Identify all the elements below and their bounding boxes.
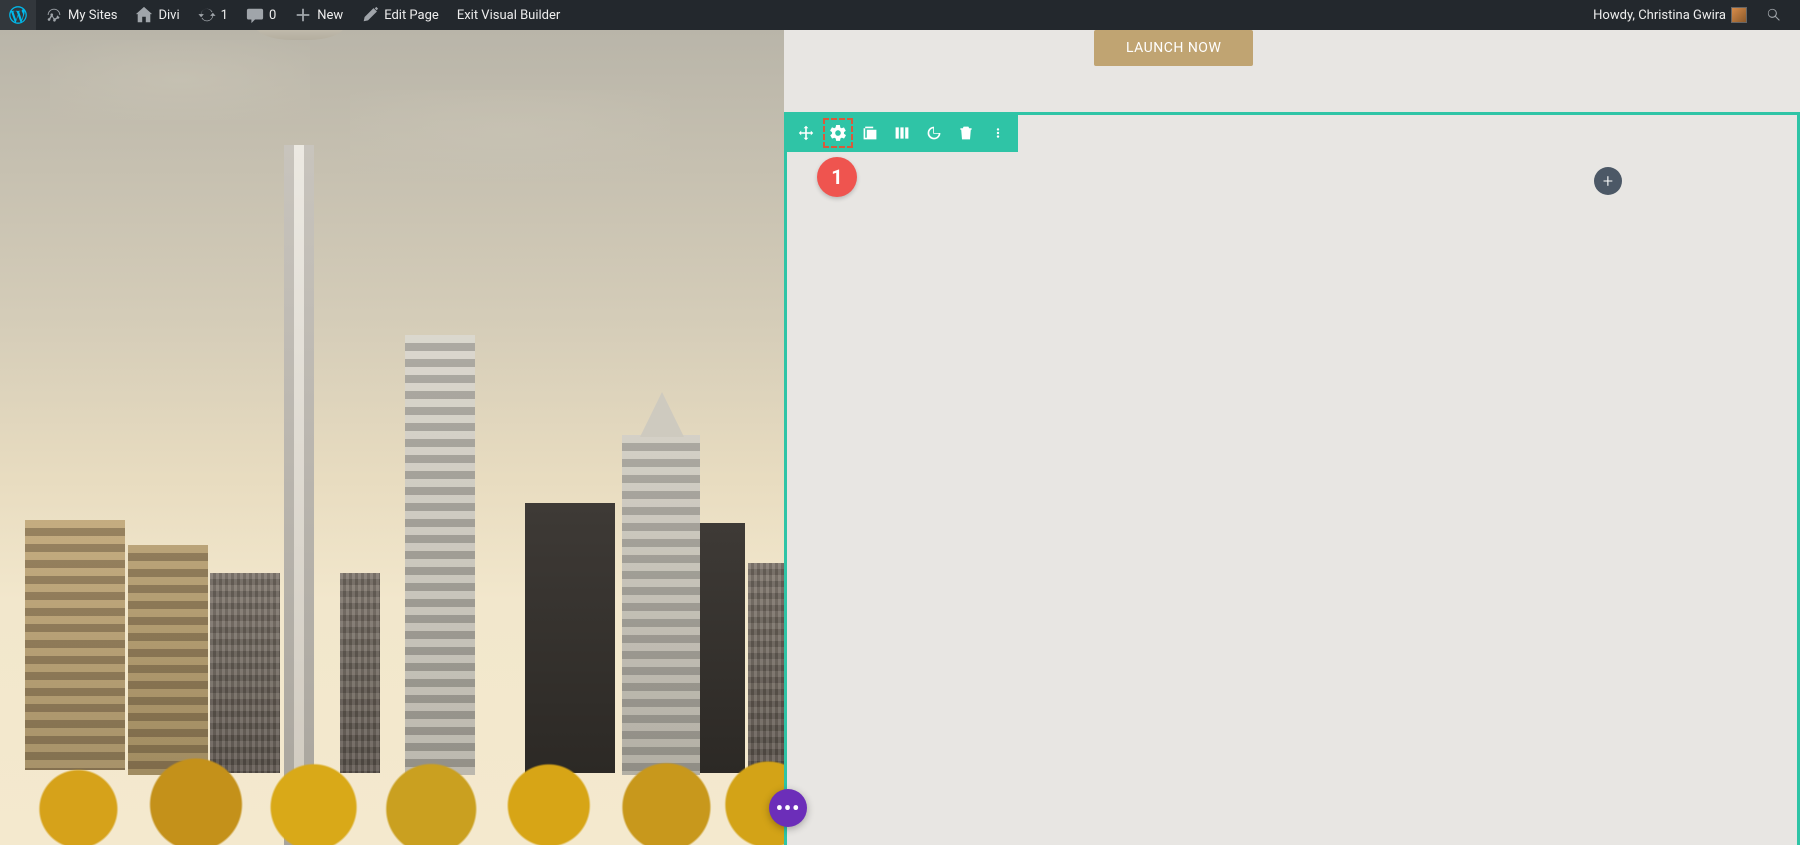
trees [0, 755, 784, 845]
updates-count: 1 [221, 8, 228, 23]
tower-shaft [294, 145, 304, 845]
building [340, 573, 380, 773]
plus-icon [294, 6, 312, 24]
comments-count: 0 [269, 8, 276, 23]
save-library-button[interactable] [924, 123, 944, 143]
move-handle[interactable] [796, 123, 816, 143]
comments-icon [246, 6, 264, 24]
user-account-menu[interactable]: Howdy, Christina Gwira [1584, 0, 1756, 30]
building [622, 435, 700, 775]
plus-glyph: + [1603, 171, 1613, 192]
delete-button[interactable] [956, 123, 976, 143]
more-options-button[interactable] [988, 123, 1008, 143]
my-sites-label: My Sites [68, 8, 117, 23]
builder-panel: LAUNCH NOW [784, 30, 1800, 845]
updates-icon [198, 6, 216, 24]
admin-bar-left: My Sites Divi 1 0 New [0, 0, 569, 30]
building [25, 520, 125, 770]
building [210, 573, 280, 773]
add-module-button[interactable]: + [1594, 167, 1622, 195]
search-toggle[interactable] [1756, 0, 1792, 30]
pencil-icon [361, 6, 379, 24]
building [405, 335, 475, 775]
building [525, 503, 615, 773]
launch-now-button[interactable]: LAUNCH NOW [1094, 30, 1253, 66]
wordpress-icon [9, 6, 27, 24]
greeting-label: Howdy, Christina Gwira [1593, 8, 1726, 23]
building-spire [640, 392, 684, 437]
new-label: New [317, 8, 343, 23]
section-toolbar [786, 114, 1018, 152]
updates-menu[interactable]: 1 [189, 0, 237, 30]
settings-button[interactable] [828, 123, 848, 143]
annotation-step-marker: 1 [817, 157, 857, 197]
edit-page-label: Edit Page [384, 8, 439, 23]
wp-logo-menu[interactable] [0, 0, 36, 30]
selected-section[interactable]: 1 + [784, 112, 1800, 845]
wp-admin-bar: My Sites Divi 1 0 New [0, 0, 1800, 30]
annotation-number: 1 [831, 165, 842, 189]
search-icon [1765, 6, 1783, 24]
comments-menu[interactable]: 0 [237, 0, 285, 30]
edit-page-menu[interactable]: Edit Page [352, 0, 448, 30]
network-icon [45, 6, 63, 24]
my-sites-menu[interactable]: My Sites [36, 0, 126, 30]
tower-shaft [284, 145, 294, 845]
columns-button[interactable] [892, 123, 912, 143]
page-content: LAUNCH NOW [0, 30, 1800, 845]
exit-builder-label: Exit Visual Builder [457, 8, 560, 23]
cloud [50, 40, 310, 120]
building [700, 523, 745, 773]
building [748, 563, 784, 773]
new-content-menu[interactable]: New [285, 0, 352, 30]
site-name-label: Divi [158, 8, 179, 23]
site-name-menu[interactable]: Divi [126, 0, 188, 30]
exit-builder-menu[interactable]: Exit Visual Builder [448, 0, 569, 30]
building [128, 545, 208, 775]
avatar [1731, 7, 1747, 23]
duplicate-button[interactable] [860, 123, 880, 143]
home-icon [135, 6, 153, 24]
hero-image [0, 30, 784, 845]
cloud [350, 90, 670, 180]
admin-bar-right: Howdy, Christina Gwira [1584, 0, 1800, 30]
builder-fab[interactable]: ••• [769, 789, 807, 827]
tower-shaft [304, 145, 314, 845]
launch-label: LAUNCH NOW [1126, 40, 1221, 56]
